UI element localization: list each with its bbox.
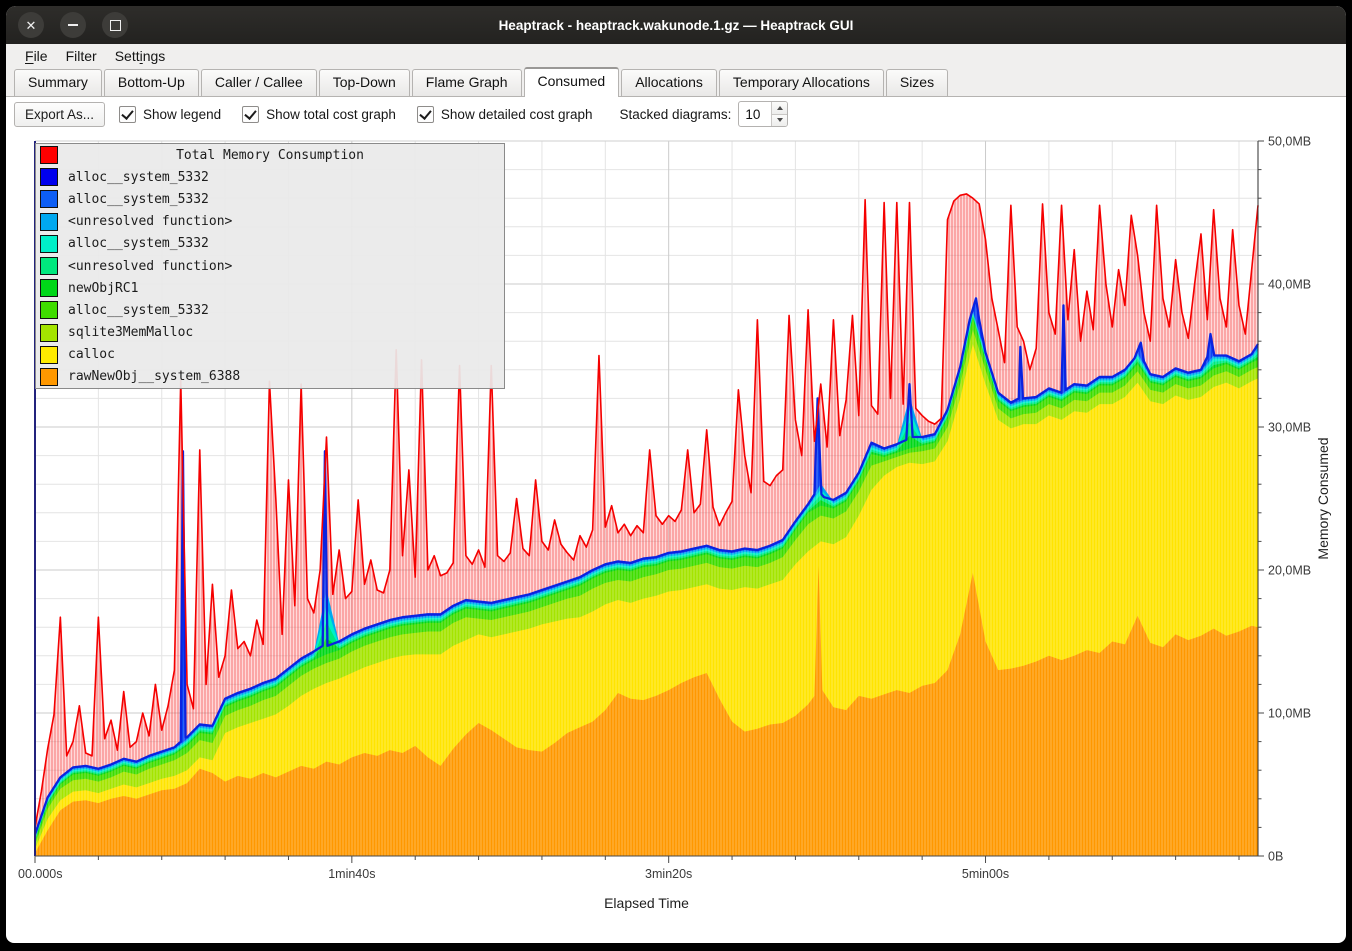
y-tick-label: 40,0MB bbox=[1268, 278, 1311, 292]
y-tick-label: 50,0MB bbox=[1268, 135, 1311, 149]
x-tick-label: 1min40s bbox=[328, 867, 375, 881]
y-tick-label: 30,0MB bbox=[1268, 421, 1311, 435]
y-tick-label: 10,0MB bbox=[1268, 707, 1311, 721]
legend-item: alloc__system_5332 bbox=[36, 299, 504, 321]
legend-label: <unresolved function> bbox=[68, 259, 232, 274]
legend-label: alloc__system_5332 bbox=[68, 303, 209, 318]
legend-swatch bbox=[40, 257, 58, 275]
y-tick-label: 20,0MB bbox=[1268, 564, 1311, 578]
legend-swatch bbox=[40, 324, 58, 342]
legend-item: <unresolved function> bbox=[36, 255, 504, 277]
legend-title: Total Memory Consumption bbox=[36, 148, 504, 163]
x-axis-title: Elapsed Time bbox=[604, 895, 689, 911]
legend-swatch bbox=[40, 190, 58, 208]
legend-swatch bbox=[40, 213, 58, 231]
y-tick-label: 0B bbox=[1268, 850, 1283, 864]
legend-item: alloc__system_5332 bbox=[36, 233, 504, 255]
legend-item: rawNewObj__system_6388 bbox=[36, 366, 504, 388]
legend-swatch bbox=[40, 368, 58, 386]
heaptrack-window: ✕ Heaptrack - heaptrack.wakunode.1.gz — … bbox=[6, 6, 1346, 943]
legend-label: calloc bbox=[68, 347, 115, 362]
legend-item: sqlite3MemMalloc bbox=[36, 322, 504, 344]
legend-label: sqlite3MemMalloc bbox=[68, 325, 193, 340]
y-axis-title: Memory Consumed bbox=[1315, 437, 1331, 559]
legend-item: <unresolved function> bbox=[36, 211, 504, 233]
chart-legend: Total Memory Consumption alloc__system_53… bbox=[35, 143, 505, 389]
legend-label: alloc__system_5332 bbox=[68, 170, 209, 185]
legend-swatch bbox=[40, 346, 58, 364]
legend-swatch bbox=[40, 168, 58, 186]
x-tick-label: 3min20s bbox=[645, 867, 692, 881]
legend-label: rawNewObj__system_6388 bbox=[68, 369, 240, 384]
x-tick-label: 5min00s bbox=[962, 867, 1009, 881]
legend-item: alloc__system_5332 bbox=[36, 188, 504, 210]
legend-label: <unresolved function> bbox=[68, 214, 232, 229]
tab-consumed[interactable]: Consumed bbox=[524, 67, 620, 97]
x-tick-label: 00.000s bbox=[18, 867, 62, 881]
legend-label: alloc__system_5332 bbox=[68, 236, 209, 251]
legend-label: newObjRC1 bbox=[68, 281, 138, 296]
legend-title-row: Total Memory Consumption bbox=[36, 144, 504, 166]
legend-item: calloc bbox=[36, 344, 504, 366]
legend-label: alloc__system_5332 bbox=[68, 192, 209, 207]
legend-swatch bbox=[40, 235, 58, 253]
legend-item: newObjRC1 bbox=[36, 277, 504, 299]
legend-swatch bbox=[40, 279, 58, 297]
legend-swatch bbox=[40, 301, 58, 319]
legend-item: alloc__system_5332 bbox=[36, 166, 504, 188]
